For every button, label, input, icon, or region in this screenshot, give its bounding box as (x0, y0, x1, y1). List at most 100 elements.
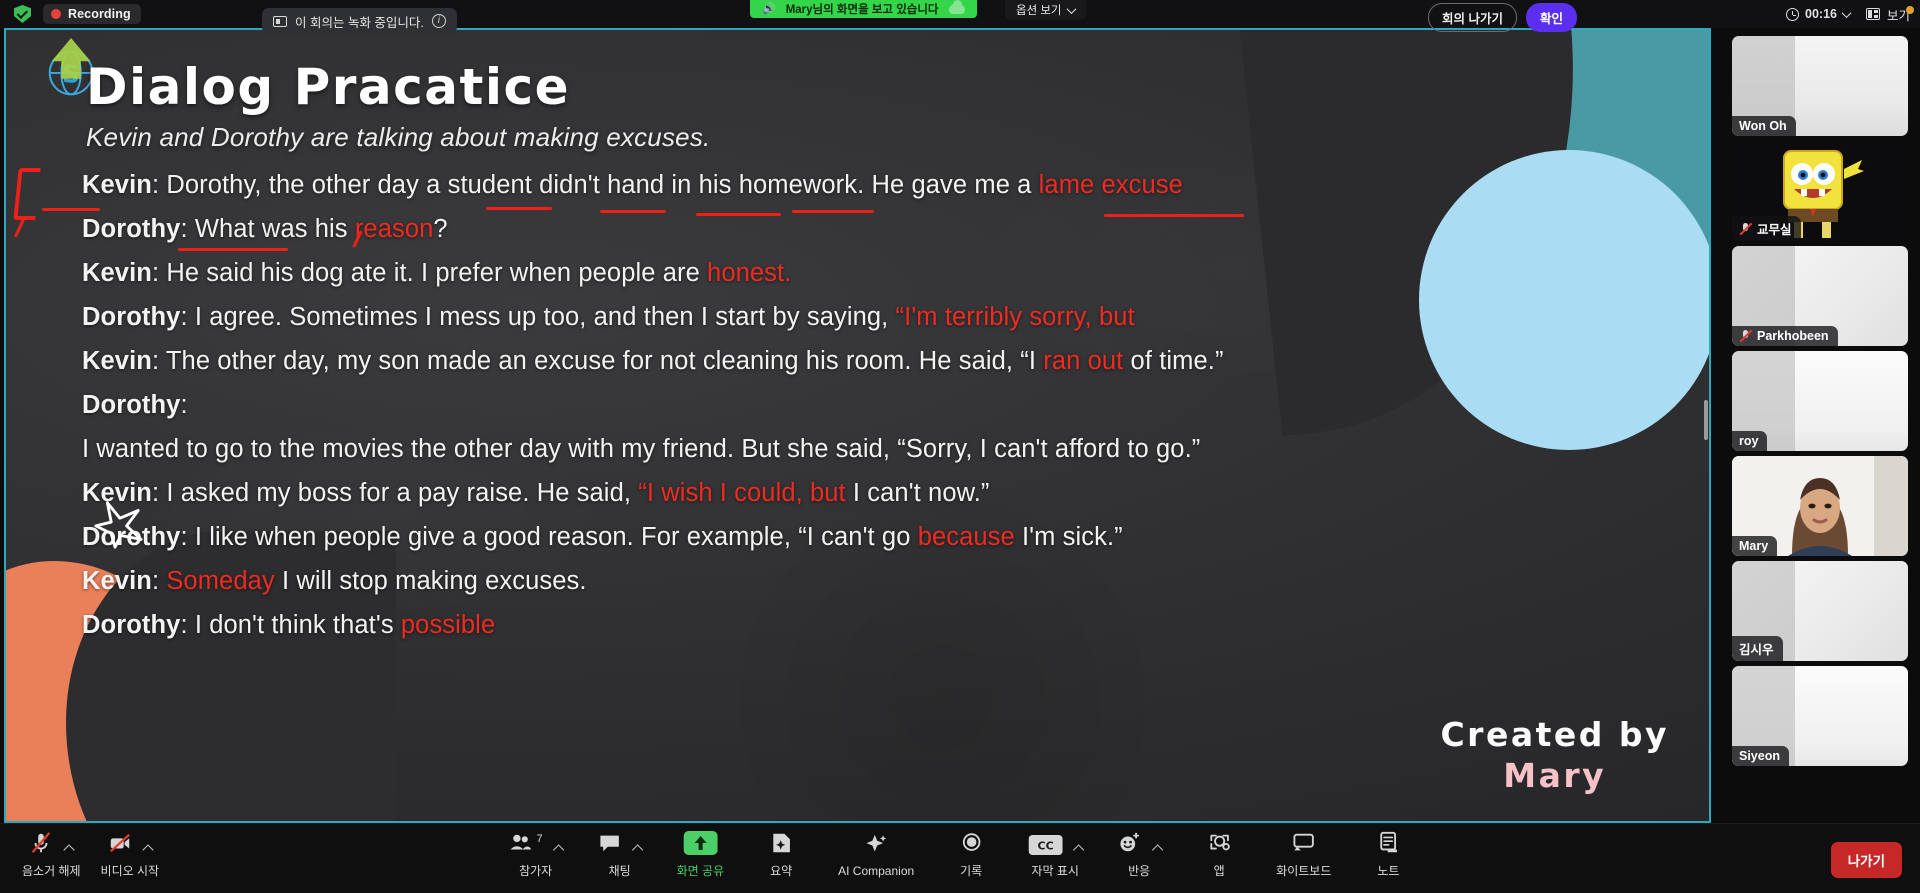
annotation-underline (486, 207, 552, 210)
toolbar-chat[interactable]: 채팅 (591, 832, 649, 879)
dialog-line: Dorothy: I don't think that's possible (82, 603, 1482, 647)
toolbar-label: 비디오 시작 (100, 864, 160, 878)
dialog-text: : I like when people give a good reason.… (180, 523, 918, 551)
dialog-line: Dorothy: I like when people give a good … (82, 515, 1482, 559)
info-icon[interactable]: i (431, 14, 446, 28)
timer-value: 00:16 (1805, 7, 1837, 21)
recording-notice: 이 회의는 녹화 중입니다. i (262, 8, 457, 34)
svg-text:CC: CC (1037, 840, 1053, 853)
notes-icon (1380, 831, 1397, 853)
ai-sparkle-icon (865, 834, 886, 851)
annotation-underline (792, 210, 874, 213)
dialog-speaker: Dorothy (82, 215, 181, 243)
toolbar-label: 반응 (1128, 864, 1151, 878)
view-layout-button[interactable]: 보기 (1865, 5, 1910, 24)
toolbar-icon-row (864, 834, 888, 860)
toolbar-record[interactable]: 기록 (942, 832, 1000, 879)
dialog-text: : The other day, my son made an excuse f… (151, 347, 1044, 375)
view-options-button[interactable]: 옵션 보기 (1005, 0, 1086, 20)
chevron-up-icon[interactable] (631, 844, 644, 856)
dialog-text: : (151, 567, 167, 595)
chevron-up-icon[interactable] (142, 844, 154, 856)
stage-scrollbar[interactable] (1704, 400, 1708, 440)
toolbar-center-group: 7 참가자 채팅 화면 공유 요약 AI Companion 기록 CC 자막 표시 반응 앱 화이트… (503, 831, 1418, 879)
participant-name-badge: Parkhobeen (1732, 326, 1838, 346)
recording-camera-icon (273, 15, 287, 27)
dialog-line: Dorothy: What was his reason? (82, 207, 1482, 251)
toolbar-notes[interactable]: 노트 (1359, 831, 1417, 879)
apps-icon (1209, 834, 1230, 851)
chevron-up-icon[interactable] (63, 844, 75, 856)
shared-screen-stage[interactable]: S Dialog Pracatice Kevin and Dorothy are… (4, 28, 1711, 823)
toolbar-cc[interactable]: CC 자막 표시 (1022, 832, 1088, 879)
toolbar-ai-sparkle[interactable]: AI Companion (832, 832, 920, 879)
participant-name: Mary (1739, 539, 1769, 553)
participant-tile[interactable]: 김시우 (1732, 561, 1908, 661)
participant-name-badge: Mary (1732, 536, 1778, 556)
dialog-line: I wanted to go to the movies the other d… (82, 427, 1482, 471)
mic-muted-icon (32, 832, 51, 853)
participant-tile[interactable]: Mary (1732, 456, 1908, 556)
participants-filmstrip[interactable]: Won Oh 교무실 Parkhobeen roy Mary 김시우 Siyeon (1720, 28, 1920, 823)
participant-name-badge: 김시우 (1732, 636, 1783, 661)
toolbar-apps[interactable]: 앱 (1190, 832, 1248, 879)
toolbar-icon-row: 7 (509, 832, 565, 858)
created-by-line1: Created by (1440, 715, 1669, 754)
toolbar-share-screen[interactable]: 화면 공유 (671, 831, 731, 879)
toolbar-label: 앱 (1213, 864, 1225, 878)
participant-tile[interactable]: Siyeon (1732, 666, 1908, 766)
toolbar-icon-row (598, 832, 644, 858)
cc-icon-holder: CC (1028, 835, 1063, 858)
dialog-text: : I asked my boss for a pay raise. He sa… (151, 479, 639, 507)
record-icon-holder (959, 831, 983, 858)
top-bar-left: Recording (14, 0, 141, 28)
participant-tile[interactable]: 교무실 (1732, 141, 1908, 241)
toolbar-icon-row (959, 832, 983, 858)
recording-indicator[interactable]: Recording (43, 4, 141, 24)
dialog-speaker: Dorothy (82, 303, 181, 331)
chevron-up-icon[interactable] (1072, 844, 1084, 856)
chat-icon (600, 835, 619, 852)
toolbar-video-off[interactable]: 비디오 시작 (95, 832, 166, 879)
dialog-line: Kevin: I asked my boss for a pay raise. … (82, 471, 1482, 515)
toolbar-label: 노트 (1377, 864, 1400, 878)
mic-muted-icon-holder (29, 831, 53, 858)
participant-tile[interactable]: roy (1732, 351, 1908, 451)
dialog-speaker: Kevin (82, 171, 152, 199)
reactions-icon (1119, 832, 1139, 852)
participant-name: Won Oh (1739, 119, 1787, 133)
chevron-up-icon[interactable] (552, 844, 565, 856)
dialog-highlight: honest. (707, 259, 792, 287)
toolbar-mic-muted[interactable]: 음소거 해제 (16, 832, 87, 879)
slide-subtitle: Kevin and Dorothy are talking about maki… (86, 122, 711, 152)
dialog-text: I wanted to go to the movies the other d… (82, 435, 1201, 463)
meeting-timer[interactable]: 00:16 (1786, 7, 1852, 21)
dialog-text: of time.” (1123, 347, 1224, 375)
dialog-text: : What was his (180, 215, 355, 243)
participant-name: 김시우 (1739, 643, 1774, 657)
toolbar-summary[interactable]: 요약 (752, 832, 810, 879)
recording-notice-text: 이 회의는 녹화 중입니다. (295, 15, 424, 30)
toolbar-participants[interactable]: 7 참가자 (503, 832, 569, 879)
dialog-text: ? (433, 215, 448, 243)
participant-name: roy (1739, 434, 1759, 448)
participant-tile[interactable]: Parkhobeen (1732, 246, 1908, 346)
toolbar-whiteboard[interactable]: 화이트보드 (1270, 832, 1337, 879)
dialog-highlight: “I wish I could, but (638, 479, 846, 507)
toolbar-label: 화면 공유 (676, 864, 725, 878)
notes-icon-holder (1376, 831, 1400, 858)
toolbar-reactions[interactable]: 반응 (1110, 832, 1168, 879)
confirm-button[interactable]: 확인 (1525, 3, 1577, 32)
dialog-highlight: because (917, 523, 1015, 551)
video-off-icon (109, 833, 130, 853)
dialog-highlight: ran out (1043, 347, 1124, 375)
participant-name: Parkhobeen (1757, 329, 1829, 343)
leave-meeting-button[interactable]: 회의 나가기 (1428, 3, 1517, 32)
participant-name: Siyeon (1739, 749, 1780, 763)
participant-tile[interactable]: Won Oh (1732, 36, 1908, 136)
layout-icon (1865, 8, 1880, 20)
annotation-underline (178, 248, 288, 251)
toolbar-icon-row (1117, 832, 1163, 858)
leave-button[interactable]: 나가기 (1830, 842, 1902, 878)
chevron-up-icon[interactable] (1151, 844, 1163, 856)
